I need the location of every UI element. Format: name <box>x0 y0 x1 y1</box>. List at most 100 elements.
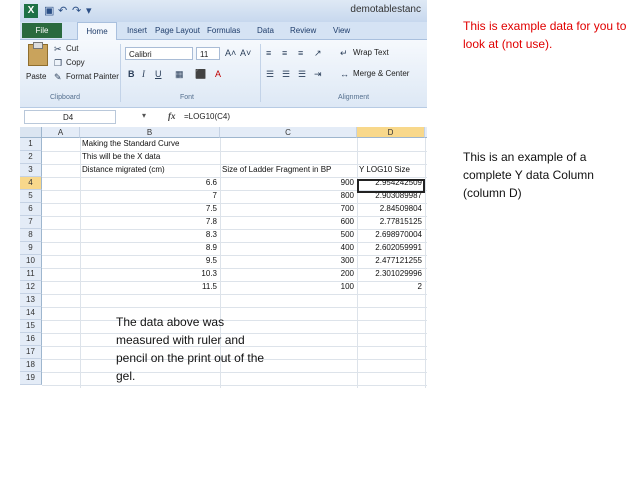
tab-data[interactable]: Data <box>257 24 274 37</box>
tab-page-layout[interactable]: Page Layout <box>155 24 200 37</box>
excel-app-icon[interactable]: X <box>24 4 38 18</box>
row-header[interactable]: 14 <box>20 307 42 320</box>
align-middle-icon[interactable]: ≡ <box>282 47 287 59</box>
wrap-text-icon[interactable]: ↵ <box>340 47 348 59</box>
align-center-icon[interactable]: ☰ <box>282 68 290 80</box>
cell-log10[interactable]: 2.477121255 <box>357 255 422 267</box>
row-header[interactable]: 19 <box>20 372 42 385</box>
format-painter-button[interactable]: Format Painter <box>66 72 119 81</box>
cell-size[interactable]: 800 <box>220 190 354 202</box>
row-header[interactable]: 6 <box>20 203 42 216</box>
cell-b2[interactable]: This will be the X data <box>82 151 160 163</box>
formula-input[interactable]: =LOG10(C4) <box>184 112 230 121</box>
fill-color-icon[interactable]: ⬛ <box>195 68 206 80</box>
row-header[interactable]: 3 <box>20 164 42 177</box>
name-box[interactable]: D4 <box>24 110 116 124</box>
column-header-a[interactable]: A <box>42 127 80 138</box>
cell-b3[interactable]: Distance migrated (cm) <box>82 164 165 176</box>
cell-distance[interactable]: 9.5 <box>80 255 217 267</box>
row-header[interactable]: 15 <box>20 320 42 333</box>
row-header[interactable]: 9 <box>20 242 42 255</box>
cut-icon[interactable]: ✂ <box>54 43 62 55</box>
cell-size[interactable]: 500 <box>220 229 354 241</box>
wrap-text-button[interactable]: Wrap Text <box>353 48 389 57</box>
row-header[interactable]: 12 <box>20 281 42 294</box>
cell-size[interactable]: 200 <box>220 268 354 280</box>
indent-icon[interactable]: ⇥ <box>314 68 322 80</box>
cell-size[interactable]: 400 <box>220 242 354 254</box>
align-bottom-icon[interactable]: ≡ <box>298 47 303 59</box>
cell-distance[interactable]: 11.5 <box>80 281 217 293</box>
name-box-dropdown-icon[interactable]: ▾ <box>142 111 146 120</box>
copy-icon[interactable]: ❐ <box>54 57 62 69</box>
align-right-icon[interactable]: ☰ <box>298 68 306 80</box>
cell-log10[interactable]: 2 <box>357 281 422 293</box>
cell-log10[interactable]: 2.301029996 <box>357 268 422 280</box>
cell-log10[interactable]: 2.84509804 <box>357 203 422 215</box>
grow-font-icon[interactable]: A˄ <box>225 47 236 59</box>
row-header[interactable]: 7 <box>20 216 42 229</box>
quick-access-dropdown-icon[interactable]: ▾ <box>86 4 92 18</box>
cell-log10[interactable]: 2.602059991 <box>357 242 422 254</box>
borders-icon[interactable]: ▦ <box>175 68 184 80</box>
selected-cell-d4[interactable] <box>357 179 425 193</box>
bold-icon[interactable]: B <box>128 68 135 80</box>
cell-size[interactable]: 100 <box>220 281 354 293</box>
row-header[interactable]: 17 <box>20 346 42 359</box>
cell-size[interactable]: 600 <box>220 216 354 228</box>
italic-icon[interactable]: I <box>142 68 145 80</box>
font-name-select[interactable]: Calibri <box>125 47 193 60</box>
font-color-icon[interactable]: A <box>215 68 221 80</box>
cell-c3[interactable]: Size of Ladder Fragment in BP <box>222 164 331 176</box>
font-size-select[interactable]: 11 <box>196 47 220 60</box>
underline-icon[interactable]: U <box>155 68 162 80</box>
tab-insert[interactable]: Insert <box>127 24 147 37</box>
cell-distance[interactable]: 7.5 <box>80 203 217 215</box>
tab-review[interactable]: Review <box>290 24 316 37</box>
orientation-icon[interactable]: ↗ <box>314 47 322 59</box>
column-header-c[interactable]: C <box>220 127 357 138</box>
row-header[interactable]: 8 <box>20 229 42 242</box>
row-header[interactable]: 13 <box>20 294 42 307</box>
cut-button[interactable]: Cut <box>66 44 78 53</box>
cell-size[interactable]: 300 <box>220 255 354 267</box>
paste-button[interactable]: Paste <box>26 72 46 81</box>
row-header[interactable]: 18 <box>20 359 42 372</box>
cell-distance[interactable]: 8.9 <box>80 242 217 254</box>
cell-log10[interactable]: 2.698970004 <box>357 229 422 241</box>
insert-function-icon[interactable]: fx <box>168 111 176 121</box>
row-header[interactable]: 2 <box>20 151 42 164</box>
merge-center-icon[interactable]: ↔ <box>340 68 349 80</box>
align-top-icon[interactable]: ≡ <box>266 47 271 59</box>
save-icon[interactable]: ▣ <box>44 4 54 18</box>
column-header-d[interactable]: D <box>357 127 425 138</box>
cell-distance[interactable]: 10.3 <box>80 268 217 280</box>
redo-icon[interactable]: ↷ <box>72 4 81 18</box>
format-painter-icon[interactable]: ✎ <box>54 71 62 83</box>
tab-view[interactable]: View <box>333 24 350 37</box>
cell-size[interactable]: 700 <box>220 203 354 215</box>
row-header[interactable]: 10 <box>20 255 42 268</box>
row-header[interactable]: 4 <box>20 177 42 190</box>
cell-size[interactable]: 900 <box>220 177 354 189</box>
column-header-e[interactable]: E <box>425 127 427 138</box>
cell-b1[interactable]: Making the Standard Curve <box>82 138 179 150</box>
cell-d3[interactable]: Y LOG10 Size <box>359 164 410 176</box>
merge-center-button[interactable]: Merge & Center <box>353 69 409 78</box>
paste-icon[interactable] <box>28 42 48 66</box>
shrink-font-icon[interactable]: A˅ <box>240 47 251 59</box>
copy-button[interactable]: Copy <box>66 58 85 67</box>
tab-formulas[interactable]: Formulas <box>207 24 240 37</box>
row-header[interactable]: 16 <box>20 333 42 346</box>
cell-distance[interactable]: 7.8 <box>80 216 217 228</box>
cell-distance[interactable]: 6.6 <box>80 177 217 189</box>
row-header[interactable]: 5 <box>20 190 42 203</box>
column-header-b[interactable]: B <box>80 127 220 138</box>
select-all-corner[interactable] <box>20 127 42 138</box>
align-left-icon[interactable]: ☰ <box>266 68 274 80</box>
cell-distance[interactable]: 7 <box>80 190 217 202</box>
row-header[interactable]: 11 <box>20 268 42 281</box>
cell-log10[interactable]: 2.77815125 <box>357 216 422 228</box>
tab-home[interactable]: Home <box>77 22 117 40</box>
cell-distance[interactable]: 8.3 <box>80 229 217 241</box>
